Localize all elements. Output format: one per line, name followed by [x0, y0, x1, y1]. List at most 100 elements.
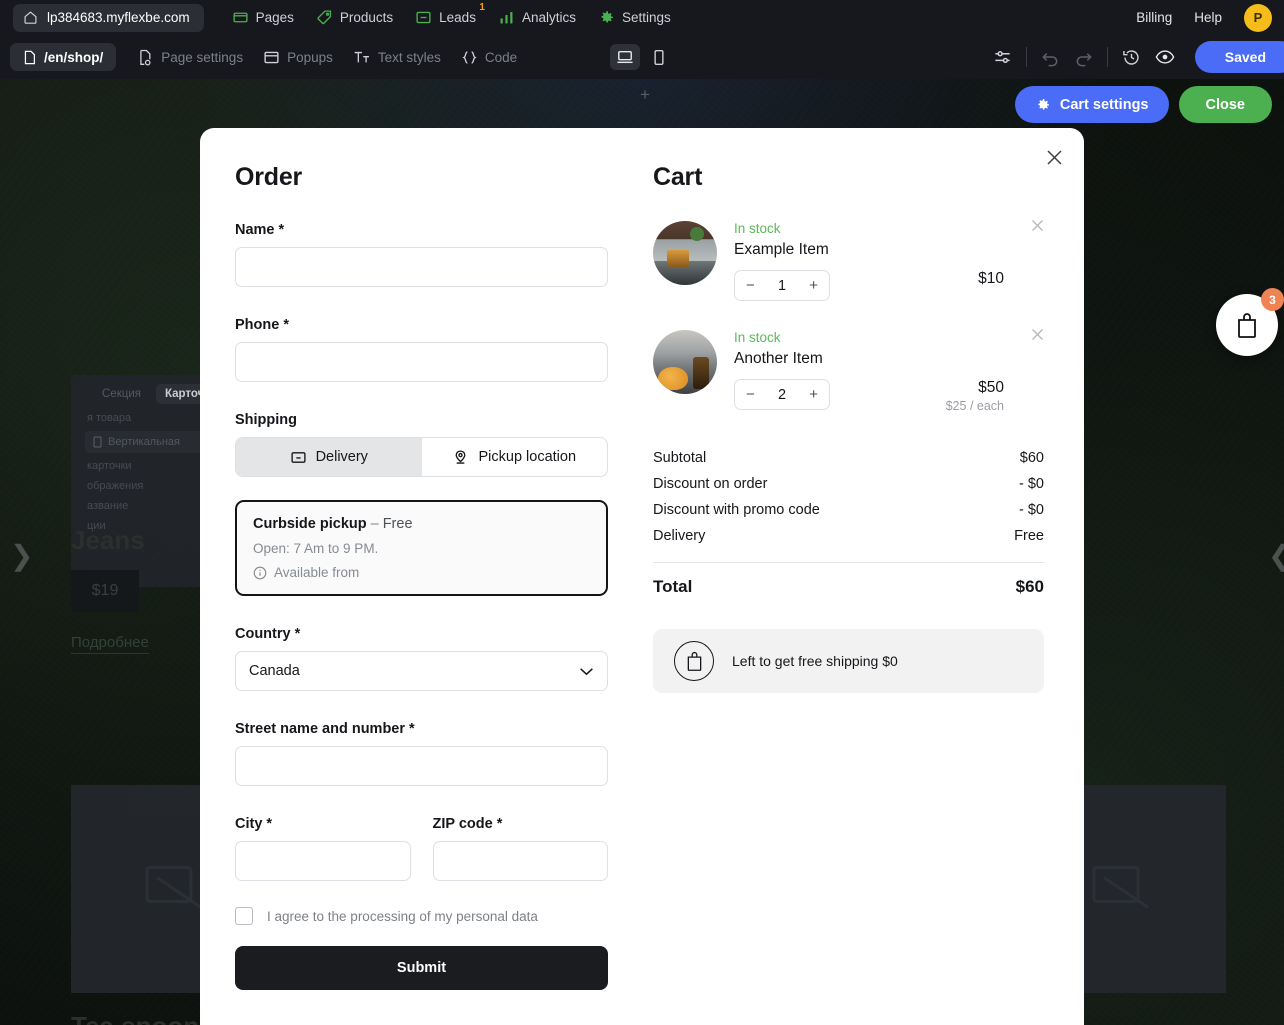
nav-label: Settings — [621, 10, 671, 25]
city-input[interactable] — [235, 841, 411, 881]
nav-item-pages[interactable]: Pages — [232, 9, 294, 26]
country-select[interactable]: Canada — [235, 651, 608, 691]
cart-item-price: $10 — [978, 270, 1004, 287]
current-page-chip[interactable]: /en/shop/ — [10, 43, 117, 71]
undo-icon[interactable] — [1041, 48, 1060, 67]
consent-row: I agree to the processing of my personal… — [235, 907, 608, 925]
modal-close-icon[interactable] — [1041, 144, 1067, 170]
toolbar-popups[interactable]: Popups — [263, 49, 333, 66]
order-panel-title: Order — [235, 163, 303, 191]
toolbar-label: Page settings — [161, 49, 244, 65]
display-settings-icon[interactable] — [993, 48, 1012, 67]
history-icon[interactable] — [1122, 48, 1141, 67]
quantity-stepper[interactable]: − 2 + — [734, 379, 830, 410]
editor-tab-section[interactable]: Секция — [93, 384, 150, 404]
quantity-value: 1 — [777, 277, 787, 294]
cart-checkout-modal: Order Name * Phone * Shipping Delivery P… — [200, 128, 1084, 1025]
nav-item-analytics[interactable]: Analytics — [498, 9, 576, 26]
shipping-option-pickup[interactable]: Pickup location — [422, 438, 608, 476]
quantity-stepper[interactable]: − 1 + — [734, 270, 830, 301]
free-shipping-text: Left to get free shipping $0 — [732, 653, 898, 669]
redo-icon[interactable] — [1074, 48, 1093, 67]
product-card-jeans[interactable]: Jeans $19 Подробнее — [71, 525, 149, 654]
toolbar-code[interactable]: Code — [461, 49, 517, 66]
preview-icon[interactable] — [1155, 48, 1175, 66]
shipping-option-delivery[interactable]: Delivery — [236, 438, 422, 476]
nav-label: Pages — [255, 10, 294, 25]
nav-item-products[interactable]: Products — [316, 9, 393, 26]
app-topbar: lp384683.myflexbe.com Pages Products Lea… — [0, 0, 1284, 35]
consent-checkbox[interactable] — [235, 907, 253, 925]
toolbar-page-settings[interactable]: Page settings — [138, 49, 243, 66]
floating-cart-button[interactable]: 3 — [1216, 288, 1284, 356]
bar-chart-icon — [500, 11, 513, 24]
toolbar-text-styles[interactable]: Text styles — [353, 49, 441, 66]
avatar[interactable]: P — [1244, 3, 1272, 32]
total-label: Discount on order — [653, 476, 768, 492]
quantity-decrement[interactable]: − — [746, 277, 755, 294]
pickup-hours: Open: 7 Am to 9 PM. — [253, 541, 379, 556]
total-value: - $0 — [1019, 502, 1044, 518]
billing-link[interactable]: Billing — [1136, 10, 1172, 25]
device-mobile-button[interactable] — [644, 44, 674, 70]
nav-item-leads[interactable]: Leads 1 — [415, 2, 485, 26]
nav-label: Leads — [439, 10, 476, 25]
cart-item-name: Another Item — [734, 350, 823, 367]
topbar-right-group: Billing Help P — [1136, 3, 1272, 32]
nav-item-settings[interactable]: Settings — [598, 9, 671, 26]
editor-toolbar-items: Page settings Popups Text styles Code — [138, 49, 517, 66]
cart-item-stock: In stock — [734, 221, 781, 236]
save-button[interactable]: Saved — [1194, 41, 1284, 73]
image-off-icon — [143, 862, 207, 917]
toolbar-divider — [1025, 47, 1027, 67]
map-pin-icon — [456, 449, 466, 464]
gear-icon — [601, 11, 613, 23]
carousel-prev-arrow[interactable]: ❯ — [10, 539, 33, 572]
pickup-option-card[interactable]: Curbside pickup – Free Open: 7 Am to 9 PM.… — [235, 500, 608, 596]
cart-item-price: $50 — [978, 379, 1004, 396]
home-icon — [24, 11, 37, 24]
order-form-column: Order Name * Phone * Shipping Delivery P… — [200, 128, 644, 1025]
phone-input[interactable] — [235, 342, 608, 382]
chevron-down-icon — [580, 667, 593, 675]
product-card-tea-spoon[interactable]: Tea spoon $0 — [71, 1011, 199, 1025]
info-icon — [253, 566, 267, 579]
cart-item-remove-icon[interactable] — [1031, 219, 1044, 301]
shipping-option-label: Delivery — [315, 449, 368, 465]
cart-settings-button[interactable]: Cart settings — [1014, 86, 1169, 123]
help-link[interactable]: Help — [1194, 10, 1222, 25]
site-domain-label: lp384683.myflexbe.com — [47, 10, 190, 25]
total-label: Delivery — [653, 528, 706, 544]
site-domain-chip[interactable]: lp384683.myflexbe.com — [13, 3, 204, 32]
submit-button[interactable]: Submit — [235, 946, 608, 990]
page-icon — [24, 50, 35, 64]
main-nav: Pages Products Leads 1 Analytics Setting… — [232, 2, 671, 26]
product-title: Tea spoon — [71, 1011, 199, 1025]
phone-label: Phone * — [235, 317, 289, 333]
pickup-name: Curbside pickup — [253, 516, 367, 532]
toolbar-label: Text styles — [377, 49, 441, 65]
carousel-next-arrow[interactable]: ❮ — [1268, 539, 1284, 572]
add-block-plus-icon[interactable]: + — [640, 86, 650, 103]
name-input[interactable] — [235, 247, 608, 287]
product-more-link[interactable]: Подробнее — [71, 634, 149, 654]
bag-icon — [1238, 313, 1256, 338]
cart-settings-label: Cart settings — [1059, 96, 1149, 113]
close-preview-button[interactable]: Close — [1178, 86, 1272, 123]
quantity-increment[interactable]: + — [809, 386, 818, 403]
quantity-decrement[interactable]: − — [746, 386, 755, 403]
device-desktop-button[interactable] — [610, 44, 640, 70]
zip-input[interactable] — [432, 841, 608, 881]
total-label: Subtotal — [653, 450, 707, 466]
shipping-method-toggle[interactable]: Delivery Pickup location — [235, 437, 608, 477]
toolbar-divider — [1106, 47, 1108, 67]
pickup-availability-label: Available from — [274, 565, 360, 580]
quantity-increment[interactable]: + — [809, 277, 818, 294]
cart-count-badge: 3 — [1261, 288, 1284, 311]
quantity-value: 2 — [777, 386, 787, 403]
cart-item-remove-icon[interactable] — [1031, 328, 1044, 413]
cart-panel-title: Cart — [653, 163, 703, 191]
country-label: Country * — [235, 626, 301, 642]
street-label: Street name and number * — [235, 721, 415, 737]
street-input[interactable] — [235, 746, 608, 786]
